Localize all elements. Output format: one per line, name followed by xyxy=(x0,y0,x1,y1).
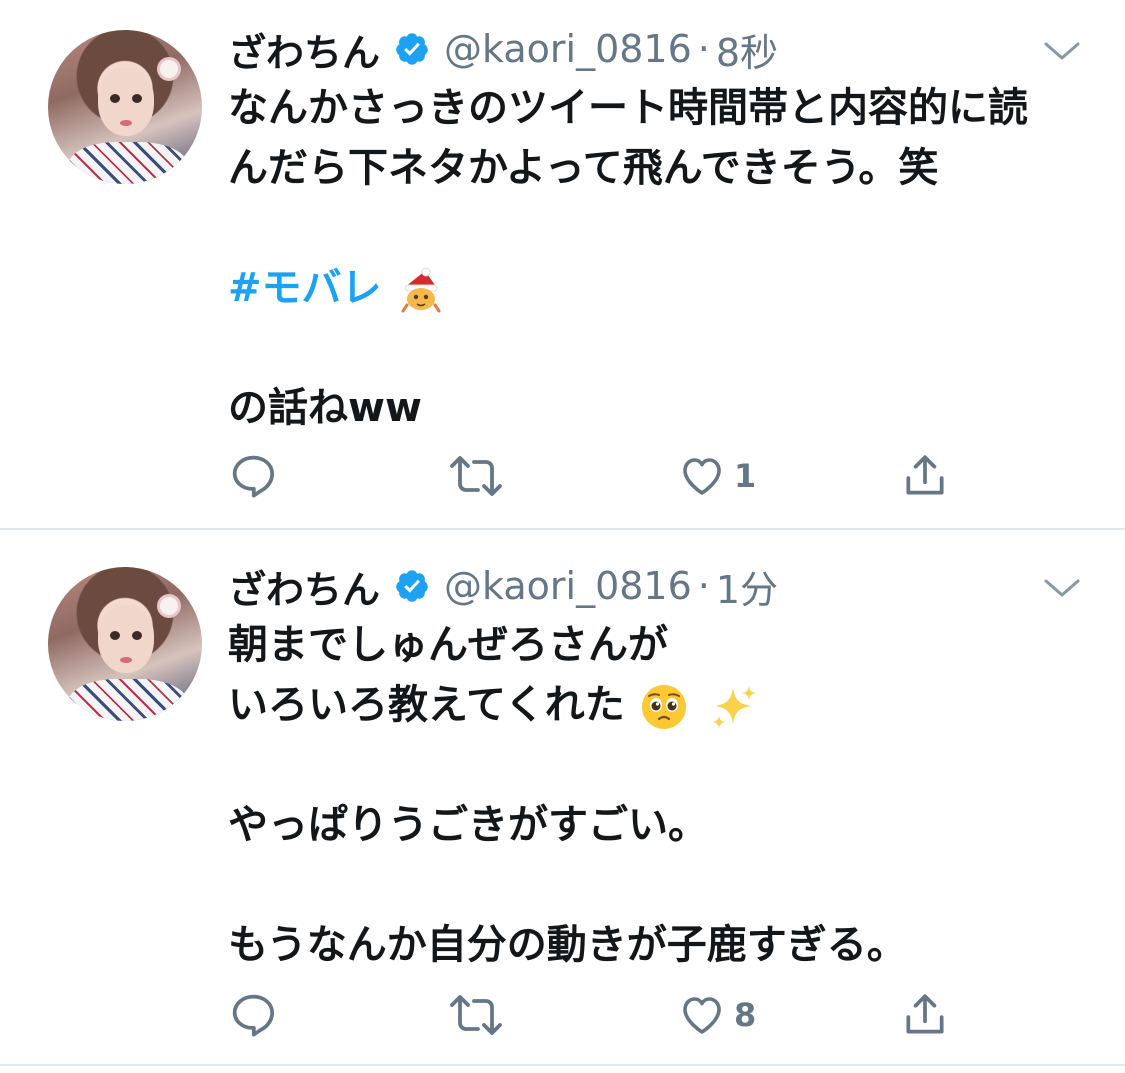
author-name[interactable]: ざわちん xyxy=(228,22,380,77)
pleading-face-icon xyxy=(641,685,686,729)
heart-icon xyxy=(683,997,721,1034)
reply-icon xyxy=(232,994,275,1037)
share-icon xyxy=(906,994,944,1034)
tweet-text-line: なんかさっきのツイート時間帯と内容的に読 xyxy=(228,85,1028,131)
share-button[interactable] xyxy=(900,448,950,504)
like-count: 8 xyxy=(734,996,757,1034)
reply-button[interactable] xyxy=(228,987,278,1043)
separator-dot: · xyxy=(697,27,710,71)
retweet-icon xyxy=(450,995,502,1035)
tweet-text: 朝までしゅんぜろさんが いろいろ教えてくれた やっぱりうごきがすごい。 もうなん… xyxy=(228,615,1088,975)
hashtag-link[interactable]: #モバレ xyxy=(228,265,382,311)
separator-dot: · xyxy=(697,564,710,608)
hashtag-line: #モバレ xyxy=(228,258,1088,318)
heart-icon xyxy=(683,458,721,495)
author-handle[interactable]: @kaori_0816 xyxy=(444,27,692,71)
retweet-button[interactable] xyxy=(448,987,504,1043)
tweet-text-line: もうなんか自分の動きが子鹿すぎる。 xyxy=(228,922,907,968)
like-button[interactable]: 1 xyxy=(678,448,756,504)
hair-flower xyxy=(160,60,178,78)
like-count: 1 xyxy=(734,457,757,495)
tweet[interactable]: ざわちん @kaori_0816 · 8秒 なんかさっきのツイート時間帯と内容的… xyxy=(0,0,1125,530)
tweet-header: ざわちん @kaori_0816 · 1分 xyxy=(228,559,778,614)
tweet-timestamp[interactable]: 1分 xyxy=(716,559,778,614)
author-name[interactable]: ざわちん xyxy=(228,559,380,614)
reply-icon xyxy=(232,455,275,498)
retweet-icon xyxy=(450,456,502,496)
tweet-text: なんかさっきのツイート時間帯と内容的に読 んだら下ネタかよって飛んできそう。笑 … xyxy=(228,78,1088,438)
tweet-actions: 1 xyxy=(228,448,988,504)
chevron-down-icon[interactable] xyxy=(1043,40,1081,64)
like-button[interactable]: 8 xyxy=(678,987,756,1043)
avatar[interactable] xyxy=(48,567,202,721)
reply-button[interactable] xyxy=(228,448,278,504)
divider xyxy=(0,528,1125,530)
tweet-text-line: んだら下ネタかよって飛んできそう。笑 xyxy=(228,145,939,191)
santa-character-icon xyxy=(401,267,441,313)
tweet-text-line: やっぱりうごきがすごい。 xyxy=(228,802,708,848)
tweet-timestamp[interactable]: 8秒 xyxy=(716,22,778,77)
verified-badge-icon xyxy=(396,570,428,602)
share-icon xyxy=(906,455,944,495)
hair-flower xyxy=(160,597,178,615)
tweet-text-line: 朝までしゅんぜろさんが xyxy=(228,622,668,668)
author-handle[interactable]: @kaori_0816 xyxy=(444,564,692,608)
sparkles-icon xyxy=(712,686,756,728)
tweet[interactable]: ざわちん @kaori_0816 · 1分 朝までしゅんぜろさんが いろいろ教え… xyxy=(0,531,1125,1064)
avatar[interactable] xyxy=(48,30,202,184)
tweet-text-line: いろいろ教えてくれた xyxy=(228,675,1088,735)
tweet-actions: 8 xyxy=(228,987,988,1043)
retweet-button[interactable] xyxy=(448,448,504,504)
tweet-text-line: の話ねww xyxy=(228,385,422,431)
chevron-down-icon[interactable] xyxy=(1043,577,1081,601)
verified-badge-icon xyxy=(396,33,428,65)
tweet-header: ざわちん @kaori_0816 · 8秒 xyxy=(228,22,778,77)
divider xyxy=(0,1064,1125,1066)
share-button[interactable] xyxy=(900,987,950,1043)
